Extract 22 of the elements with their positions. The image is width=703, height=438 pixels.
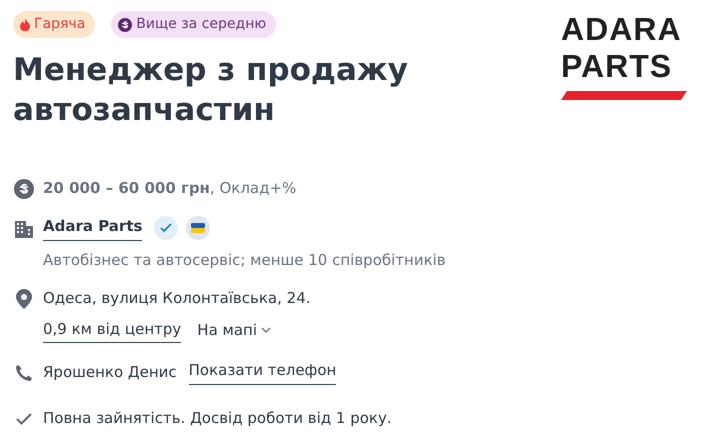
company-description: Автобізнес та автосервіс; менше 10 співробітників xyxy=(43,250,447,271)
address-text: Одеса, вулиця Колонтаївська, 24. xyxy=(43,288,311,310)
logo-text: ADARA xyxy=(561,11,683,48)
location-pin-icon xyxy=(16,289,32,310)
flag-icon xyxy=(186,216,210,240)
tag-label: Вище за середню xyxy=(136,15,266,34)
job-title: Менеджер з продажу автозапчастин xyxy=(13,51,409,130)
phone-icon xyxy=(15,364,33,382)
company-link[interactable]: Adara Parts xyxy=(43,215,142,241)
show-phone-link[interactable]: Показати телефон xyxy=(188,359,336,385)
check-icon xyxy=(16,412,32,425)
building-icon xyxy=(14,220,34,238)
flame-icon xyxy=(20,18,30,31)
distance-link[interactable]: 0,9 км від центру xyxy=(43,318,182,344)
chevron-down-icon xyxy=(261,327,272,334)
map-toggle[interactable]: На мапі xyxy=(197,319,272,342)
logo-text: PARTS xyxy=(561,48,674,85)
employment-conditions: Повна зайнятість. Досвід роботи від 1 року. xyxy=(43,408,392,429)
salary-text: 20 000 – 60 000 грн, Оклад+% xyxy=(43,178,296,199)
tag-label: Гаряча xyxy=(34,15,86,34)
verified-icon xyxy=(154,216,178,240)
contact-name: Ярошенко Денис xyxy=(43,362,177,383)
